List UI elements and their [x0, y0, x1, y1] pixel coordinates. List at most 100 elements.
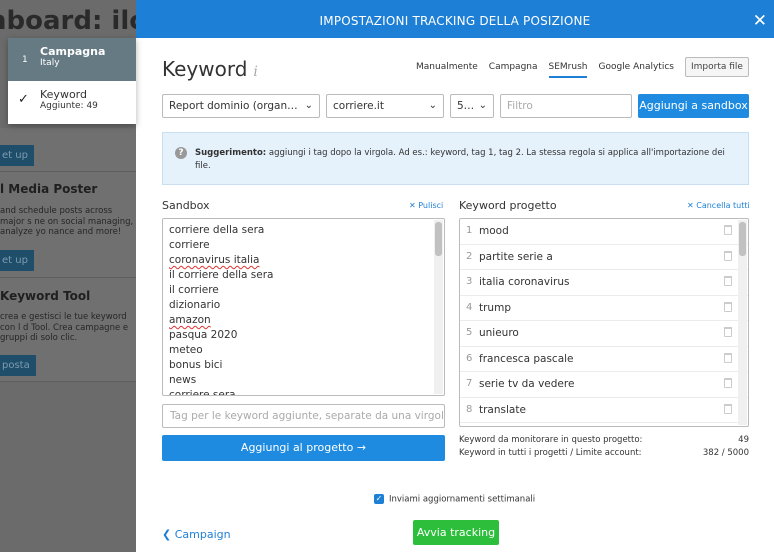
keyword-text: italia coronavirus: [479, 276, 570, 288]
keyword-text: francesca pascale: [479, 352, 574, 365]
list-item: 8 translate: [460, 398, 748, 423]
report-select[interactable]: Report dominio (organ… ⌄: [162, 94, 320, 118]
background-setup-button: et up: [0, 145, 34, 166]
trash-icon[interactable]: [724, 327, 732, 337]
keyword-text: trump: [479, 301, 511, 314]
modal-header: IMPOSTAZIONI TRACKING DELLA POSIZIONE ✕: [136, 0, 774, 38]
step-campagna[interactable]: 1 Campagna Italy: [8, 38, 136, 81]
sandbox-keyword: bonus bici: [169, 359, 223, 371]
keyword-text: partite serie a: [479, 250, 553, 263]
add-to-sandbox-button[interactable]: Aggiungi a sandbox: [638, 94, 749, 118]
sandbox-label: Sandbox: [162, 199, 210, 212]
stat-label: Keyword in tutti i progetti / Limite acc…: [459, 448, 642, 458]
chevron-down-icon: ⌄: [428, 100, 437, 111]
sandbox-keyword: amazon: [163, 313, 444, 328]
background-card-text: crea e gestisci le tue keyword con l d T…: [0, 312, 129, 343]
sandbox-keyword: corriere della sera: [169, 224, 265, 236]
tip-box: ? Suggerimento: aggiungi i tag dopo la v…: [162, 132, 749, 185]
step-title: Campagna: [40, 45, 106, 58]
project-keyword-list: 1 mood 2 partite serie a 3 italia coronavir…: [459, 218, 749, 427]
project-list-scrollbar[interactable]: [738, 220, 747, 425]
list-item: 6 francesca pascale: [460, 347, 748, 372]
step-title: Keyword: [40, 88, 87, 101]
question-icon: ?: [175, 147, 187, 159]
trash-icon[interactable]: [724, 403, 732, 414]
section-title-text: Keyword: [162, 57, 248, 81]
filter-input[interactable]: [500, 94, 632, 118]
scrollbar-thumb[interactable]: [739, 222, 746, 256]
checkmark-icon: ✓: [18, 92, 29, 107]
source-tabs: Manualmente Campagna SEMrush Google Anal…: [416, 62, 685, 78]
weekly-updates-label: Inviami aggiornamenti settimanali: [389, 494, 536, 505]
trash-icon[interactable]: [724, 301, 732, 312]
tip-text: aggiungi i tag dopo la virgola. Ad es.: …: [195, 148, 725, 171]
add-to-project-button[interactable]: Aggiungi al progetto →: [162, 435, 445, 461]
stat-account-limit: Keyword in tutti i progetti / Limite acc…: [459, 448, 749, 458]
tab-manualmente[interactable]: Manualmente: [416, 62, 478, 78]
sandbox-keyword: il corriere della sera: [169, 269, 274, 281]
count-select[interactable]: 5… ⌄: [450, 94, 494, 118]
stat-label: Keyword da monitorare in questo progetto…: [459, 435, 643, 445]
report-select-value: Report dominio (organ…: [169, 100, 298, 112]
close-icon[interactable]: ✕: [749, 0, 771, 42]
back-to-campaign-link[interactable]: ❮ Campaign: [162, 528, 231, 541]
stat-value: 382 / 5000: [702, 448, 749, 458]
list-item: 5 unieuro: [460, 321, 748, 347]
chevron-down-icon: ⌄: [304, 100, 313, 111]
count-select-value: 5…: [457, 100, 475, 112]
step-subtitle: Italy: [40, 58, 60, 68]
import-file-button[interactable]: Importa file: [685, 57, 749, 77]
row-number: 5: [466, 327, 473, 338]
checkbox-checked-icon[interactable]: ✓: [374, 494, 384, 504]
domain-select[interactable]: corriere.it ⌄: [326, 94, 444, 118]
stat-project-keywords: Keyword da monitorare in questo progetto…: [459, 435, 749, 445]
keyword-text: serie tv da vedere: [479, 378, 575, 390]
project-keywords-label: Keyword progetto: [459, 199, 557, 212]
sandbox-keyword-text: amazon: [169, 314, 211, 326]
list-item: 1 mood: [460, 219, 748, 245]
scrollbar-thumb[interactable]: [435, 222, 442, 256]
sandbox-keyword: dizionario: [169, 299, 221, 311]
trash-icon[interactable]: [724, 352, 732, 363]
row-number: 7: [466, 378, 473, 389]
keyword-text: translate: [479, 403, 526, 416]
list-item: 2 partite serie a: [460, 245, 748, 270]
start-tracking-button[interactable]: Avvia tracking: [413, 520, 499, 545]
trash-icon[interactable]: [724, 250, 732, 261]
sandbox-keyword: coronavirus italia: [163, 253, 444, 268]
wizard-steps: 1 Campagna Italy ✓ Keyword Aggiunte: 49: [8, 38, 136, 124]
background-card-title: l Media Poster: [0, 182, 98, 196]
background-title: hboard: ilcor: [0, 6, 136, 36]
row-number: 3: [466, 276, 473, 287]
keyword-text: unieuro: [479, 327, 519, 339]
stat-value: 49: [738, 435, 749, 445]
list-item: 3 italia coronavirus: [460, 270, 748, 296]
sandbox-keyword: news: [169, 374, 197, 386]
clean-sandbox-link[interactable]: ✕ Pulisci: [409, 201, 443, 210]
sandbox-keyword-list: corriere della sera corriere coronavirus…: [163, 223, 444, 395]
sandbox-keyword-text: coronavirus italia: [169, 254, 260, 266]
chevron-down-icon: ⌄: [478, 100, 487, 111]
trash-icon[interactable]: [724, 378, 732, 388]
trash-icon[interactable]: [724, 225, 732, 235]
trash-icon[interactable]: [724, 276, 732, 286]
sandbox-keyword: pasqua 2020: [169, 329, 238, 341]
sandbox-scrollbar[interactable]: [434, 220, 443, 394]
list-item: 7 serie tv da vedere: [460, 372, 748, 398]
sandbox-textarea[interactable]: corriere della sera corriere coronavirus…: [162, 218, 445, 396]
step-keyword[interactable]: ✓ Keyword Aggiunte: 49: [8, 81, 136, 124]
step-number: 1: [22, 55, 28, 65]
tags-input[interactable]: [162, 404, 445, 428]
tab-campagna[interactable]: Campagna: [489, 62, 538, 78]
background-setup-button: et up: [0, 250, 34, 271]
tip-label: Suggerimento:: [195, 148, 267, 158]
info-icon[interactable]: i: [253, 64, 257, 80]
background-button: posta: [0, 355, 36, 376]
tab-google-analytics[interactable]: Google Analytics: [598, 62, 673, 78]
row-number: 6: [466, 352, 473, 364]
list-item: 4 trump: [460, 296, 748, 321]
weekly-updates-option[interactable]: ✓ Inviami aggiornamenti settimanali: [374, 494, 535, 505]
tab-semrush[interactable]: SEMrush: [548, 62, 588, 78]
background-card-text: and schedule posts across major s ne on …: [0, 206, 134, 237]
cancel-all-link[interactable]: ✕ Cancella tutti: [687, 201, 750, 210]
